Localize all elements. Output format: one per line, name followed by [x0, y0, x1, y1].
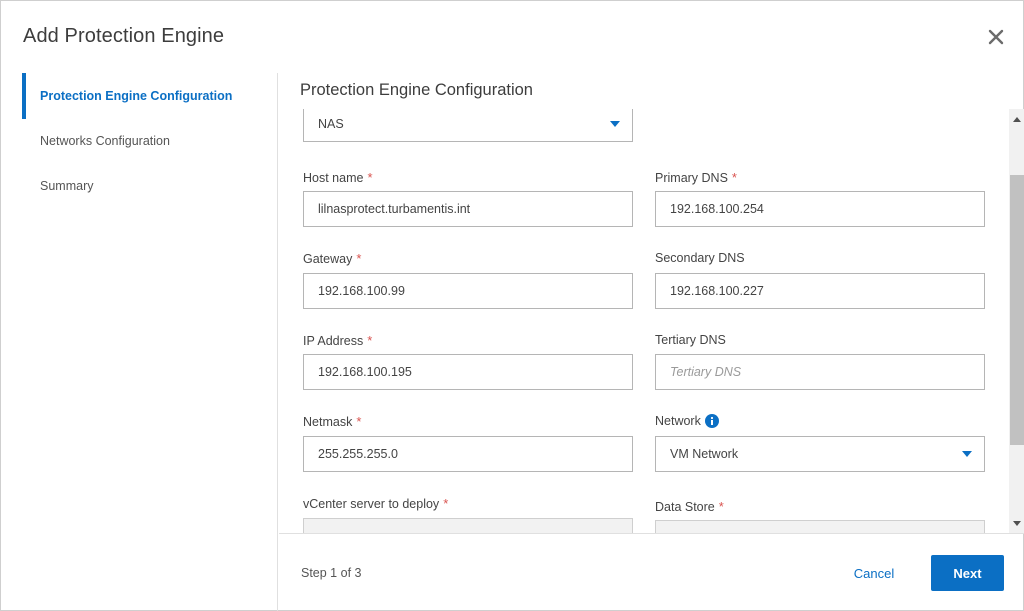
next-button[interactable]: Next	[931, 555, 1004, 591]
section-title: Protection Engine Configuration	[300, 81, 533, 99]
gateway-input[interactable]: 192.168.100.99	[303, 273, 633, 309]
primary-dns-value: 192.168.100.254	[670, 202, 764, 216]
ip-address-label-text: IP Address	[303, 333, 364, 348]
required-marker: *	[356, 251, 362, 266]
required-marker: *	[356, 414, 362, 429]
close-button[interactable]	[985, 26, 1007, 48]
step-indicator: Step 1 of 3	[301, 566, 362, 580]
gateway-label: Gateway *	[303, 251, 361, 266]
secondary-dns-input[interactable]: 192.168.100.227	[655, 273, 985, 309]
required-marker: *	[443, 496, 449, 511]
network-label: Network	[655, 414, 719, 428]
ip-address-label: IP Address *	[303, 333, 372, 348]
dialog-title: Add Protection Engine	[23, 25, 225, 47]
host-name-label-text: Host name	[303, 170, 364, 185]
host-name-input[interactable]: lilnasprotect.turbamentis.int	[303, 191, 633, 227]
vcenter-select[interactable]	[303, 518, 633, 533]
nav-item-summary[interactable]: Summary	[22, 163, 277, 209]
chevron-down-icon	[962, 451, 972, 457]
network-label-text: Network	[655, 414, 701, 428]
close-icon	[988, 29, 1004, 45]
secondary-dns-value: 192.168.100.227	[670, 284, 764, 298]
tertiary-dns-label: Tertiary DNS	[655, 333, 726, 347]
add-protection-engine-dialog: Add Protection Engine Protection Engine …	[0, 0, 1024, 611]
data-store-select[interactable]	[655, 520, 985, 533]
data-store-label-text: Data Store	[655, 499, 715, 514]
tertiary-dns-label-text: Tertiary DNS	[655, 333, 726, 347]
netmask-input[interactable]: 255.255.255.0	[303, 436, 633, 472]
required-marker: *	[718, 499, 724, 514]
engine-type-value: NAS	[318, 117, 344, 131]
wizard-steps-nav: Protection Engine Configuration Networks…	[1, 73, 278, 611]
cancel-button[interactable]: Cancel	[839, 556, 909, 590]
netmask-label-text: Netmask	[303, 414, 353, 429]
caret-up-icon	[1013, 116, 1021, 122]
info-icon[interactable]	[704, 414, 719, 428]
form-scroll-area: NAS Host name * lilnasprotect.turbamenti…	[279, 109, 1010, 533]
secondary-dns-label: Secondary DNS	[655, 251, 745, 265]
data-store-label: Data Store *	[655, 499, 724, 514]
dialog-footer: Step 1 of 3 Cancel Next	[279, 533, 1024, 611]
nav-item-label: Protection Engine Configuration	[40, 89, 233, 103]
secondary-dns-label-text: Secondary DNS	[655, 251, 745, 265]
caret-down-icon	[1013, 520, 1021, 526]
nav-item-label: Networks Configuration	[40, 134, 170, 148]
engine-type-select[interactable]: NAS	[303, 109, 633, 142]
gateway-label-text: Gateway	[303, 251, 353, 266]
scroll-up-button[interactable]	[1009, 111, 1024, 127]
network-value: VM Network	[670, 447, 739, 461]
netmask-value: 255.255.255.0	[318, 447, 398, 461]
primary-dns-label: Primary DNS *	[655, 170, 737, 185]
network-select[interactable]: VM Network	[655, 436, 985, 472]
host-name-label: Host name *	[303, 170, 373, 185]
chevron-down-icon	[610, 121, 620, 127]
netmask-label: Netmask *	[303, 414, 361, 429]
vcenter-label-text: vCenter server to deploy	[303, 496, 440, 511]
nav-item-label: Summary	[40, 179, 94, 193]
ip-address-value: 192.168.100.195	[318, 365, 412, 379]
host-name-value: lilnasprotect.turbamentis.int	[318, 202, 471, 216]
required-marker: *	[367, 170, 373, 185]
primary-dns-label-text: Primary DNS	[655, 170, 728, 185]
scrollbar-thumb[interactable]	[1010, 175, 1024, 445]
ip-address-input[interactable]: 192.168.100.195	[303, 354, 633, 390]
required-marker: *	[367, 333, 373, 348]
gateway-value: 192.168.100.99	[318, 284, 405, 298]
tertiary-dns-input[interactable]: Tertiary DNS	[655, 354, 985, 390]
scroll-down-button[interactable]	[1009, 515, 1024, 531]
tertiary-dns-placeholder: Tertiary DNS	[670, 365, 742, 379]
primary-dns-input[interactable]: 192.168.100.254	[655, 191, 985, 227]
required-marker: *	[731, 170, 737, 185]
nav-item-networks-configuration[interactable]: Networks Configuration	[22, 118, 277, 164]
nav-item-protection-engine-configuration[interactable]: Protection Engine Configuration	[22, 73, 277, 119]
form-scrollbar[interactable]	[1009, 109, 1024, 533]
vcenter-label: vCenter server to deploy *	[303, 496, 448, 511]
